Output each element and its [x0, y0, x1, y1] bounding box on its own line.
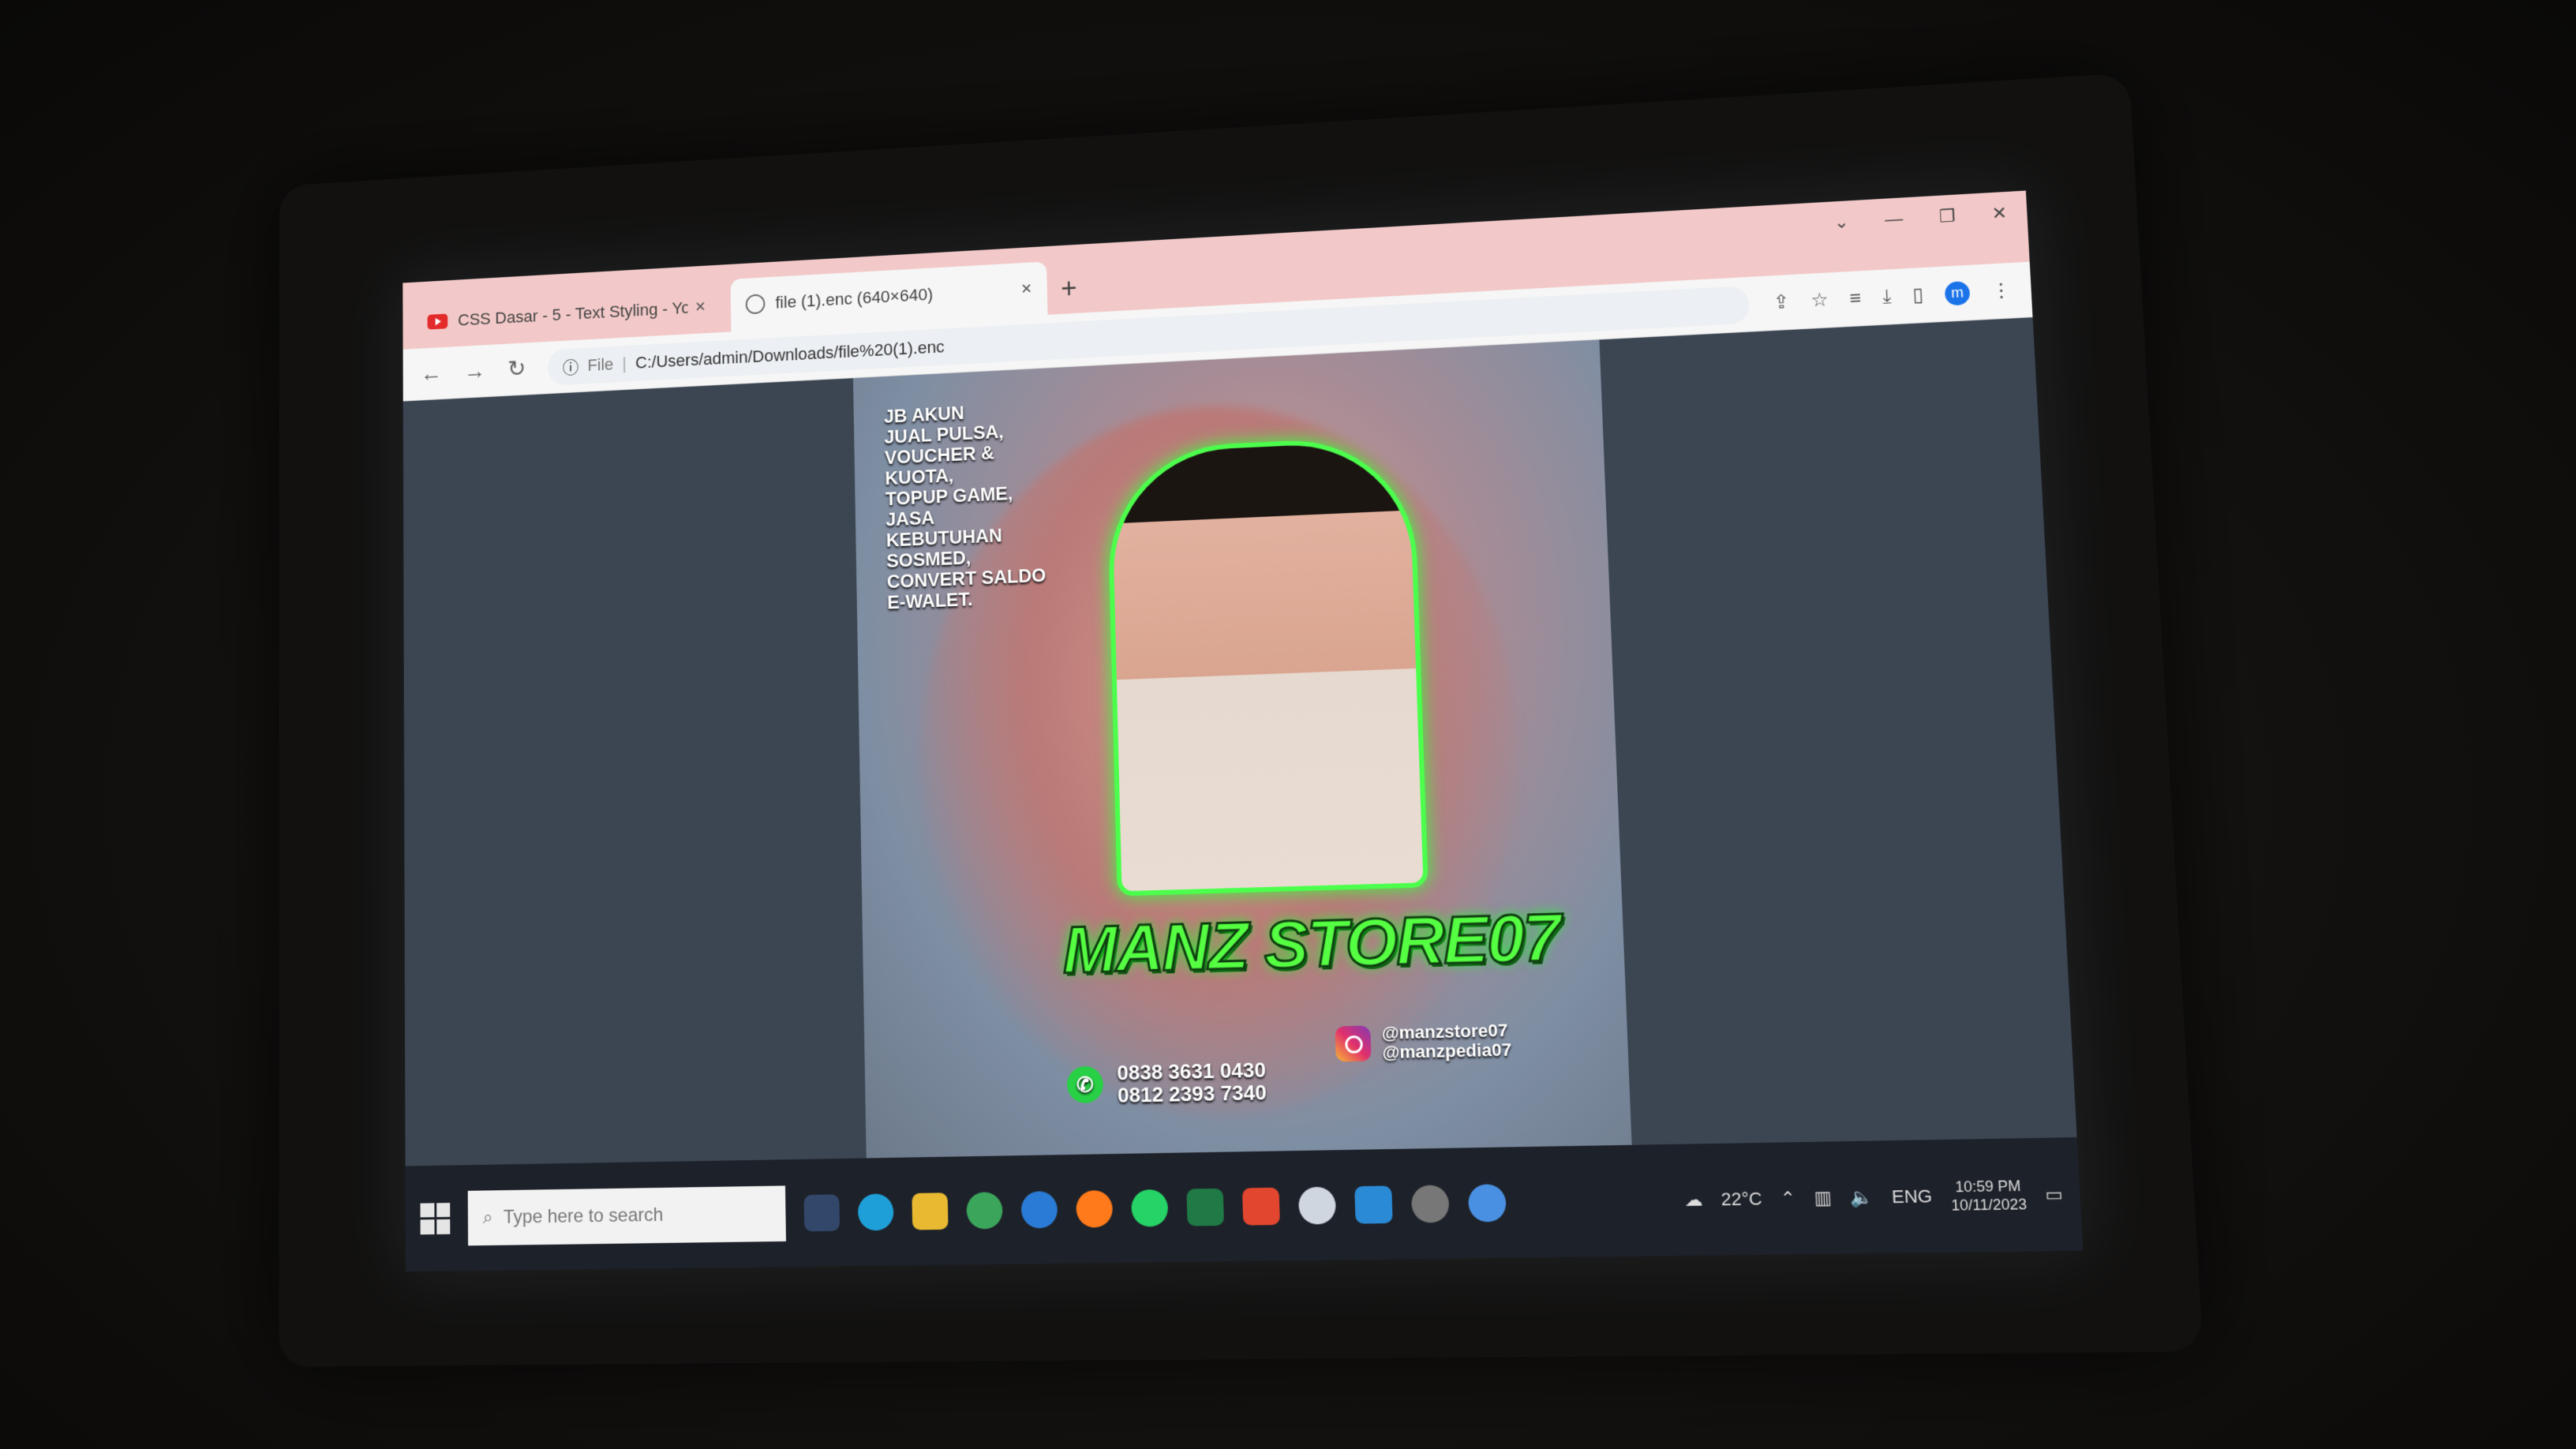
close-tab-icon[interactable]: × [1021, 279, 1032, 301]
window-controls: ⌄ — ❐ ✕ [1833, 203, 2008, 233]
close-window-icon[interactable]: ✕ [1991, 203, 2008, 224]
reload-icon[interactable]: ↻ [507, 355, 526, 382]
task-view-icon[interactable] [803, 1193, 841, 1231]
weather-icon[interactable]: ☁ [1684, 1189, 1703, 1211]
weather-temp[interactable]: 22°C [1720, 1188, 1762, 1210]
info-icon[interactable]: ⓘ [563, 354, 579, 378]
social-handle: @manzpedia07 [1382, 1039, 1512, 1063]
menu-icon[interactable]: ⋮ [1990, 279, 2012, 302]
instagram-icon [1335, 1025, 1372, 1062]
toolbar-actions: ⇪ ☆ ≡ ⤓ ▯ m ⋮ [1773, 279, 2012, 315]
share-icon[interactable]: ⇪ [1773, 290, 1790, 314]
reading-list-icon[interactable]: ≡ [1849, 287, 1862, 310]
file-explorer-icon[interactable] [912, 1192, 949, 1230]
side-panel-icon[interactable]: ▯ [1912, 283, 1924, 307]
portrait-cutout [1106, 435, 1428, 897]
vscode-icon[interactable] [1354, 1185, 1393, 1224]
search-placeholder: Type here to search [503, 1204, 664, 1228]
excel-icon[interactable] [1186, 1188, 1224, 1226]
chrome-icon[interactable] [966, 1191, 1003, 1230]
whatsapp-icon: ✆ [1066, 1065, 1104, 1104]
clock-date: 10/11/2023 [1950, 1195, 2027, 1214]
windows-start-icon[interactable] [420, 1202, 451, 1234]
laptop-screen: CSS Dasar - 5 - Text Styling - Yo × file… [402, 190, 2084, 1272]
office-icon[interactable] [1241, 1187, 1280, 1226]
instagram-contact: @manzstore07 @manzpedia07 [1335, 1020, 1512, 1063]
tab-label: file (1).enc (640×640) [775, 284, 934, 313]
globe-icon [745, 294, 766, 315]
tab-search-icon[interactable]: ⌄ [1833, 212, 1849, 233]
tab-label: CSS Dasar - 5 - Text Styling - Yo [458, 298, 688, 330]
firefox-icon[interactable] [1076, 1189, 1114, 1228]
promo-text: JB AKUN JUAL PULSA, VOUCHER & KUOTA, TOP… [884, 399, 1056, 614]
edge-icon[interactable] [857, 1193, 894, 1230]
language-indicator[interactable]: ENG [1891, 1185, 1932, 1208]
back-icon[interactable]: ← [421, 361, 443, 387]
close-tab-icon[interactable]: × [695, 297, 706, 318]
download-icon[interactable]: ⤓ [1882, 286, 1892, 309]
system-tray: ☁ 22°C ⌃ ▥ 🔈 ENG 10:59 PM 10/11/2023 ▭ [1683, 1176, 2064, 1219]
whatsapp-app-icon[interactable] [1131, 1189, 1169, 1227]
clock[interactable]: 10:59 PM 10/11/2023 [1950, 1176, 2027, 1214]
clock-time: 10:59 PM [1954, 1177, 2022, 1196]
whatsapp-contact: ✆ 0838 3631 0430 0812 2393 7340 [1066, 1058, 1267, 1107]
address-separator: | [622, 353, 627, 373]
internet-explorer-icon[interactable] [1020, 1190, 1058, 1229]
address-scheme: File [587, 354, 614, 375]
settings-gear-icon[interactable] [1410, 1184, 1450, 1223]
promo-line: JASA KEBUTUHAN [886, 507, 1002, 552]
brand-title: MANZ STORE07 [1061, 897, 1562, 988]
network-icon[interactable]: ▥ [1814, 1187, 1832, 1209]
taskbar-search[interactable]: ⌕ Type here to search [467, 1185, 786, 1245]
bookmark-star-icon[interactable]: ☆ [1810, 288, 1829, 312]
image-viewport: JB AKUN JUAL PULSA, VOUCHER & KUOTA, TOP… [402, 317, 2077, 1166]
tray-chevron-icon[interactable]: ⌃ [1780, 1187, 1796, 1209]
minimize-icon[interactable]: — [1885, 208, 1904, 230]
phone-number: 0812 2393 7340 [1117, 1080, 1267, 1107]
volume-icon[interactable]: 🔈 [1850, 1186, 1874, 1208]
youtube-icon [427, 313, 448, 330]
new-tab-button[interactable]: + [1061, 272, 1077, 305]
profile-avatar[interactable]: m [1944, 280, 1971, 306]
restore-icon[interactable]: ❐ [1938, 206, 1956, 227]
app-icon[interactable] [1297, 1186, 1337, 1225]
notification-icon[interactable]: ▭ [2045, 1183, 2064, 1205]
chrome-alt-icon[interactable] [1467, 1183, 1507, 1222]
search-icon: ⌕ [482, 1206, 493, 1228]
address-url: C:/Users/admin/Downloads/file%20(1).enc [635, 336, 945, 373]
forward-icon[interactable]: → [464, 358, 486, 385]
poster-image: JB AKUN JUAL PULSA, VOUCHER & KUOTA, TOP… [852, 339, 1632, 1159]
